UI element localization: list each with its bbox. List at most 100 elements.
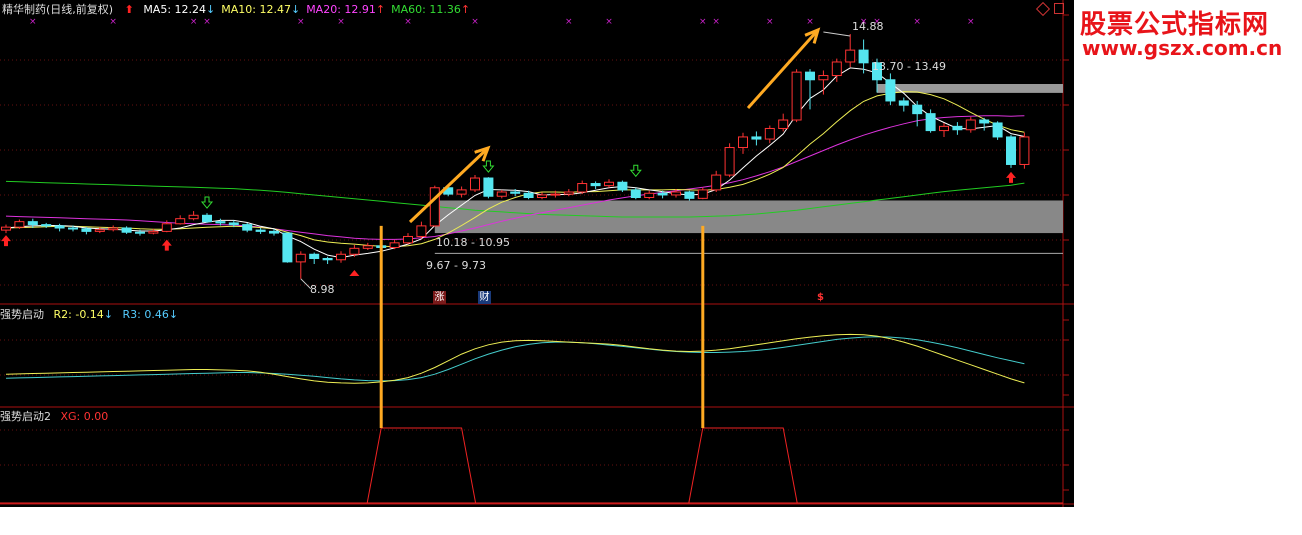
sub1-header: 强势启动 R2: -0.14↓ R3: 0.46↓ [0, 308, 178, 321]
signal-triangle-0 [349, 270, 360, 276]
candle-body-50 [671, 191, 681, 196]
candle-body-40 [537, 194, 547, 199]
ma-label-0: MA5: 12.24 [143, 3, 207, 16]
candle-body-19 [255, 229, 266, 232]
candle-body-38 [510, 191, 521, 194]
top-marker-7: × [471, 17, 479, 27]
candle-body-67 [898, 100, 909, 106]
main-header: 精华制药(日线,前复权) ⬆ MA5: 12.24↓ MA10: 12.47↓ MA… [2, 3, 470, 16]
candle-body-76 [1019, 136, 1030, 165]
sub1-title: 强势启动 [0, 308, 44, 321]
candle-body-73 [979, 119, 990, 124]
candle-body-36 [483, 177, 494, 197]
top-marker-4: × [297, 17, 305, 27]
candle-body-18 [242, 224, 253, 231]
candle-body-72 [965, 119, 976, 131]
ma-arrow-icon-2: ↑ [375, 3, 386, 16]
candle-body-21 [282, 232, 293, 263]
candle-body-8 [108, 227, 119, 231]
candle-body-71 [952, 125, 963, 131]
candle-body-5 [68, 227, 78, 230]
watermark-url: www.gszx.com.cn [1082, 36, 1283, 60]
top-marker-6: × [404, 17, 412, 27]
candle-body-64 [858, 49, 869, 64]
candle-body-55 [738, 136, 748, 149]
sub2-title: 强势启动2 [0, 410, 51, 423]
candle-body-24 [322, 257, 333, 261]
ma-label-1: MA10: 12.47 [221, 3, 291, 16]
candle-body-7 [94, 229, 105, 232]
ma-label-2: MA20: 12.91 [306, 3, 376, 16]
candle-body-43 [577, 183, 588, 193]
candle-body-22 [295, 253, 306, 263]
stock-name: 精华制药 [2, 3, 46, 16]
r3-arrow-icon: ↓ [168, 308, 179, 321]
candle-body-10 [135, 231, 145, 234]
high-leader [823, 31, 851, 37]
candle-body-47 [630, 189, 641, 199]
candle-body-1 [14, 221, 25, 228]
candle-body-52 [697, 189, 708, 199]
candle-body-44 [590, 183, 601, 187]
candle-body-25 [336, 253, 346, 261]
signal-up-arrow-2 [1006, 171, 1016, 183]
top-marker-1: × [109, 17, 117, 27]
candle-body-34 [456, 189, 467, 195]
candle-body-68 [912, 104, 923, 115]
candle-body-29 [389, 242, 400, 248]
candle-body-53 [711, 174, 722, 191]
ma-arrow-icon-3: ↑ [460, 3, 471, 16]
candle-body-54 [724, 147, 735, 176]
candle-body-63 [845, 49, 856, 63]
low-label: 8.98 [310, 283, 335, 296]
top-marker-5: × [337, 17, 345, 27]
candle-body-62 [831, 61, 842, 77]
candle-body-69 [925, 113, 936, 132]
top-marker-10: × [699, 17, 707, 27]
candle-body-26 [349, 247, 360, 255]
signal-down-arrow-0 [200, 196, 214, 209]
candle-body-3 [41, 224, 52, 227]
maximize-icon[interactable] [1054, 3, 1064, 14]
candle-body-17 [228, 222, 239, 226]
signal-up-arrow-0 [1, 235, 11, 247]
candle-body-2 [27, 221, 38, 226]
candle-body-59 [791, 71, 802, 121]
r3-label: R3: 0.46 [122, 308, 169, 321]
candle-body-56 [751, 136, 762, 140]
candle-body-41 [550, 193, 561, 196]
top-marker-2: × [190, 17, 198, 27]
up-arrow-icon: ⬆ [124, 3, 134, 16]
xg-pulse-0 [366, 427, 477, 504]
r2-arrow-icon: ↓ [103, 308, 114, 321]
top-marker-3: × [203, 17, 211, 27]
candle-body-30 [403, 235, 413, 244]
top-marker-12: × [766, 17, 774, 27]
candle-body-39 [523, 192, 534, 199]
candle-body-37 [496, 191, 507, 197]
dollar-badge: $ [817, 292, 824, 303]
zhang-badge: 涨 [433, 291, 446, 304]
candle-body-31 [416, 225, 427, 237]
high-label: 14.88 [852, 20, 884, 33]
range-upper-label: 13.70 - 13.49 [872, 60, 946, 73]
candle-body-23 [309, 253, 320, 259]
candle-body-74 [992, 122, 1003, 138]
r2-label: R2: -0.14 [53, 308, 104, 321]
candle-body-4 [54, 225, 65, 229]
r2-line [5, 333, 1025, 384]
top-marker-0: × [29, 17, 37, 27]
range-bottom-label: 9.67 - 9.73 [426, 259, 486, 272]
candle-body-61 [818, 75, 829, 81]
candle-body-45 [604, 181, 614, 187]
signal-up-arrow-1 [161, 239, 172, 251]
signal-down-arrow-2 [629, 164, 642, 178]
ma-arrow-icon-1: ↓ [290, 3, 301, 16]
top-marker-8: × [565, 17, 573, 27]
candle-body-27 [362, 245, 373, 249]
r3-line [5, 336, 1025, 382]
xg-label: XG: 0.00 [60, 410, 109, 423]
candle-body-42 [563, 191, 574, 195]
cai-badge: 财 [478, 291, 491, 304]
candle-body-70 [939, 125, 949, 132]
